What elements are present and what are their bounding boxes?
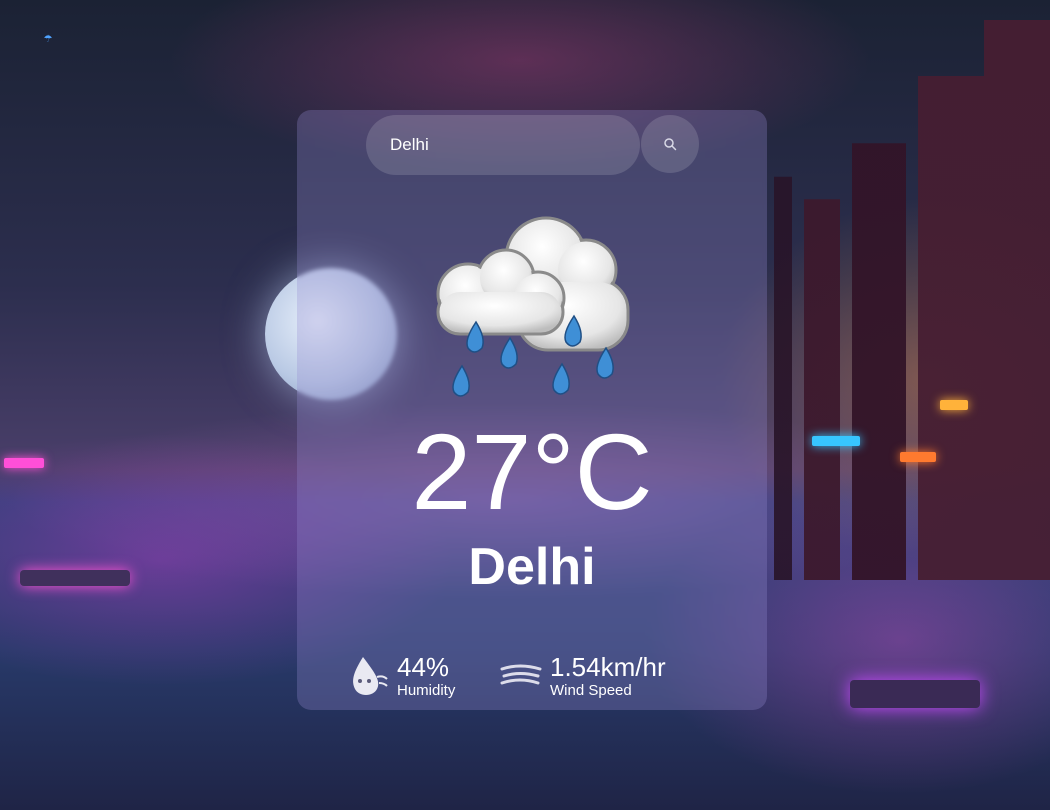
city-skyline (750, 20, 1050, 580)
humidity-value: 44% (397, 652, 450, 682)
wind-label: Wind Speed (550, 682, 632, 699)
wind-detail: 1.54km/hr Wind Speed (500, 652, 666, 700)
neon-sign (812, 436, 860, 446)
weather-card (297, 110, 767, 710)
temperature: 27°C (411, 411, 653, 532)
neon-sign (940, 400, 968, 410)
neon-sign (900, 452, 936, 462)
search-input[interactable] (390, 135, 610, 155)
neon-sign (4, 458, 44, 468)
app-logo: ☂ (43, 34, 53, 45)
humidity-label: Humidity (397, 682, 456, 699)
humidity-detail: 44% Humidity (347, 652, 455, 700)
boat (20, 570, 130, 586)
wind-icon (500, 664, 542, 685)
search-button[interactable] (641, 115, 699, 173)
humidity-icon (353, 657, 388, 695)
rain-cloud-icon (436, 216, 630, 397)
boat (850, 680, 980, 708)
search-bar (366, 115, 640, 175)
search-icon (664, 138, 677, 151)
city-name: Delhi (468, 538, 596, 596)
wind-value: 1.54km/hr (550, 652, 666, 682)
